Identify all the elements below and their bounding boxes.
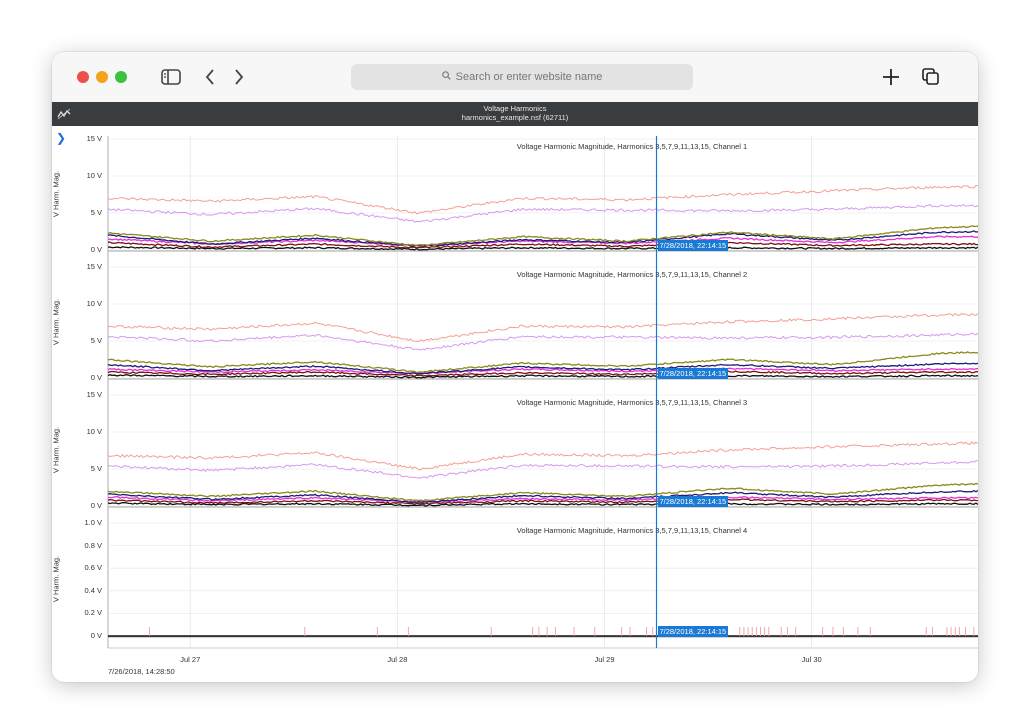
charts-svg: [107, 136, 978, 649]
y-tick-label: 5 V: [90, 208, 102, 217]
y-axis-label-text: V Harm. Mag.: [52, 170, 61, 218]
chart-title: Voltage Harmonic Magnitude, Harmonics 3,…: [516, 526, 748, 535]
cursor-label: 7/28/2018, 22:14:15: [657, 496, 729, 507]
y-tick-label: 0 V: [90, 373, 102, 382]
cursor-label: 7/28/2018, 22:14:15: [657, 240, 729, 251]
y-tick-label: 0 V: [90, 631, 102, 640]
y-tick-label: 0 V: [90, 501, 102, 510]
y-tick-label: 5 V: [90, 336, 102, 345]
cursor-label: 7/28/2018, 22:14:15: [657, 368, 729, 379]
series-line-h3: [107, 441, 978, 471]
y-axis-label-text: V Harm. Mag.: [52, 555, 61, 603]
y-tick-label: 5 V: [90, 464, 102, 473]
cursor-label: 7/28/2018, 22:14:15: [657, 626, 729, 637]
chart-title: Voltage Harmonic Magnitude, Harmonics 3,…: [516, 270, 748, 279]
y-tick-label: 15 V: [86, 262, 102, 271]
y-tick-label: 0 V: [90, 245, 102, 254]
x-tick-label: Jul 27: [180, 655, 201, 664]
chart-title: Voltage Harmonic Magnitude, Harmonics 3,…: [516, 398, 748, 407]
start-timestamp: 7/26/2018, 14:28:50: [108, 667, 175, 676]
y-tick-label: 10 V: [86, 171, 102, 180]
series-line-h3: [107, 184, 978, 215]
y-tick-label: 0.2 V: [84, 608, 102, 618]
y-tick-label: 0.6 V: [84, 563, 102, 573]
y-tick-label: 1.0 V: [84, 518, 102, 527]
y-tick-label: 0.4 V: [84, 585, 102, 595]
y-axis-label-text: V Harm. Mag.: [52, 298, 61, 346]
x-tick-label: Jul 28: [387, 655, 408, 664]
y-tick-label: 0.8 V: [84, 540, 102, 550]
x-tick-label: Jul 29: [594, 655, 615, 664]
y-tick-label: 15 V: [86, 390, 102, 399]
x-tick-label: Jul 30: [801, 655, 822, 664]
y-tick-label: 10 V: [86, 299, 102, 308]
browser-window: Search or enter website name Voltage Har…: [52, 52, 978, 682]
y-tick-label: 10 V: [86, 427, 102, 436]
series-line-h5: [107, 332, 978, 351]
y-tick-label: 15 V: [86, 134, 102, 143]
chart-title: Voltage Harmonic Magnitude, Harmonics 3,…: [516, 142, 748, 151]
y-axis-label-text: V Harm. Mag.: [52, 426, 61, 474]
series-line-h15: [107, 374, 978, 379]
series-line-h15: [107, 246, 978, 251]
